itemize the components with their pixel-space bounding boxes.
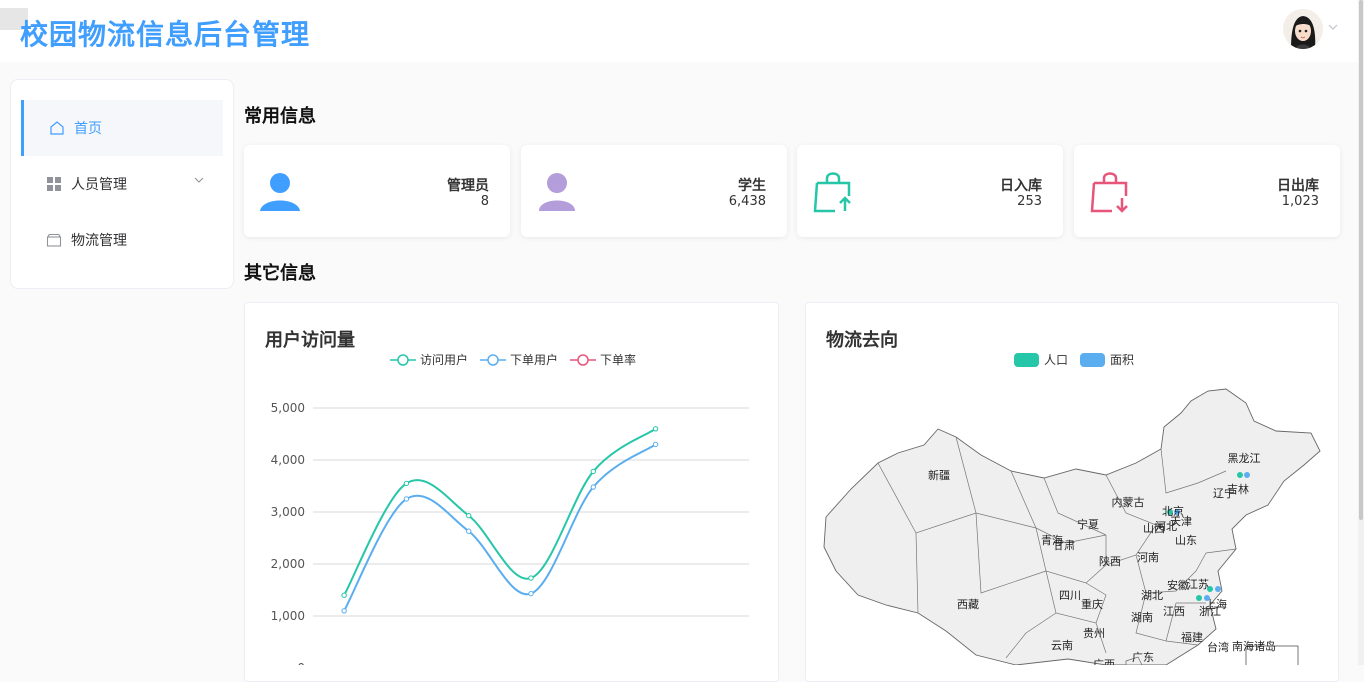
y-tick-label: 1,000 — [271, 609, 305, 623]
series-line-下单用户 — [343, 443, 657, 612]
visits-chart-panel: 用户访问量 访问用户 下单用户 下单率 01,0002,0003,0004,00… — [244, 302, 779, 682]
data-point — [590, 484, 596, 490]
stat-label: 管理员 — [447, 178, 489, 194]
region-label[interactable]: 黑龙江 — [1228, 452, 1261, 465]
line-chart: 0 1,000 2,000 3,000 4,000 5,000 — [271, 401, 749, 665]
map-outline — [823, 388, 1321, 665]
region-label[interactable]: 重庆 — [1081, 597, 1103, 611]
region-label[interactable]: 辽宁 — [1213, 486, 1235, 500]
stat-label: 日出库 — [1277, 178, 1319, 194]
region-label[interactable]: 广东 — [1132, 651, 1154, 664]
region-label[interactable]: 河南 — [1137, 551, 1159, 564]
app-title: 校园物流信息后台管理 — [20, 18, 311, 51]
region-label[interactable]: 新疆 — [928, 468, 950, 482]
avatar[interactable] — [1283, 9, 1323, 49]
sidebar-item-label: 首页 — [74, 121, 102, 137]
y-tick-label: 2,000 — [271, 557, 305, 571]
stat-label: 学生 — [738, 178, 766, 194]
data-point — [403, 480, 410, 487]
stat-card-inbound: 日入库 253 — [797, 145, 1063, 237]
box-icon — [45, 231, 63, 249]
chevron-down-icon — [193, 174, 207, 188]
sidebar-item-label: 物流管理 — [71, 233, 127, 249]
region-label[interactable]: 南海诸岛 — [1232, 639, 1276, 653]
section-title-common: 常用信息 — [244, 106, 316, 127]
region-label[interactable]: 台湾 — [1207, 640, 1229, 654]
region-label[interactable]: 云南 — [1051, 639, 1073, 652]
stat-value: 253 — [1017, 194, 1042, 209]
avatar-portrait-icon — [1283, 9, 1323, 49]
map-data-dot — [1237, 472, 1243, 478]
data-point — [652, 441, 659, 448]
section-title-other: 其它信息 — [244, 263, 316, 284]
sidebar-item-label: 人员管理 — [71, 177, 127, 193]
data-point — [341, 592, 347, 598]
stat-card-admin: 管理员 8 — [244, 145, 510, 237]
scrollbar-thumb[interactable] — [1359, 0, 1363, 520]
data-point — [341, 608, 347, 614]
stat-value: 1,023 — [1281, 194, 1319, 209]
home-icon — [48, 119, 66, 137]
map-data-dot — [1244, 472, 1250, 478]
region-label[interactable]: 陕西 — [1099, 554, 1121, 568]
y-tick-label: 3,000 — [271, 505, 305, 519]
region-label[interactable]: 江苏 — [1187, 578, 1209, 591]
region-label[interactable]: 贵州 — [1083, 627, 1105, 640]
logistics-map-panel: 物流去向 人口 面积 新疆 西藏 青海 甘肃 宁夏 内蒙古 黑龙江 吉林 辽宁 北京 天津 河北 山西山… — [805, 302, 1339, 682]
region-label[interactable]: 宁夏 — [1077, 517, 1099, 531]
region-label[interactable]: 湖北 — [1141, 589, 1163, 602]
data-point — [466, 528, 472, 534]
region-label[interactable]: 山西 — [1143, 522, 1165, 535]
region-label[interactable]: 西藏 — [957, 598, 979, 611]
data-point — [466, 512, 472, 519]
sidebar: 首页 人员管理 物流管理 — [10, 79, 234, 289]
grid-icon — [45, 175, 63, 193]
region-label[interactable]: 内蒙古 — [1112, 495, 1145, 509]
y-tick-label: 0 — [297, 661, 305, 665]
sidebar-item-logistics[interactable]: 物流管理 — [21, 212, 223, 268]
region-label[interactable]: 江西 — [1163, 605, 1185, 618]
region-label[interactable]: 甘肃 — [1053, 539, 1075, 552]
region-label[interactable]: 安徽 — [1167, 578, 1189, 592]
y-tick-label: 4,000 — [271, 453, 305, 467]
user-icon — [258, 169, 302, 213]
china-map[interactable]: 新疆西藏青海甘肃宁夏内蒙古黑龙江吉林辽宁北京天津河北山西山东陕西 河南四川重庆湖北… — [806, 303, 1340, 665]
data-point — [528, 575, 534, 581]
region-label[interactable]: 浙江 — [1199, 605, 1221, 618]
stat-label: 日入库 — [1000, 178, 1042, 194]
data-point — [590, 468, 596, 475]
region-label[interactable]: 广西 — [1093, 658, 1115, 665]
sidebar-item-home[interactable]: 首页 — [21, 100, 223, 156]
stat-value: 8 — [480, 194, 489, 209]
data-point — [652, 426, 659, 432]
sidebar-item-personnel[interactable]: 人员管理 — [21, 156, 223, 212]
top-header: 校园物流信息后台管理 — [0, 0, 1364, 62]
region-label[interactable]: 四川 — [1059, 589, 1081, 602]
y-tick-label: 5,000 — [271, 401, 305, 415]
data-point — [528, 590, 534, 597]
map-data-dot — [1215, 586, 1221, 592]
region-label[interactable]: 山东 — [1175, 534, 1197, 547]
region-label[interactable]: 福建 — [1181, 630, 1203, 644]
stat-card-outbound: 日出库 1,023 — [1074, 145, 1340, 237]
stat-card-student: 学生 6,438 — [521, 145, 787, 237]
data-point — [403, 496, 410, 502]
bag-out-icon — [1088, 169, 1132, 213]
map-data-dot — [1196, 595, 1202, 601]
chevron-down-icon[interactable] — [1328, 22, 1338, 35]
bag-in-icon — [811, 169, 855, 213]
user-icon — [535, 169, 579, 213]
region-label[interactable]: 湖南 — [1131, 611, 1153, 624]
stat-value: 6,438 — [728, 194, 766, 209]
